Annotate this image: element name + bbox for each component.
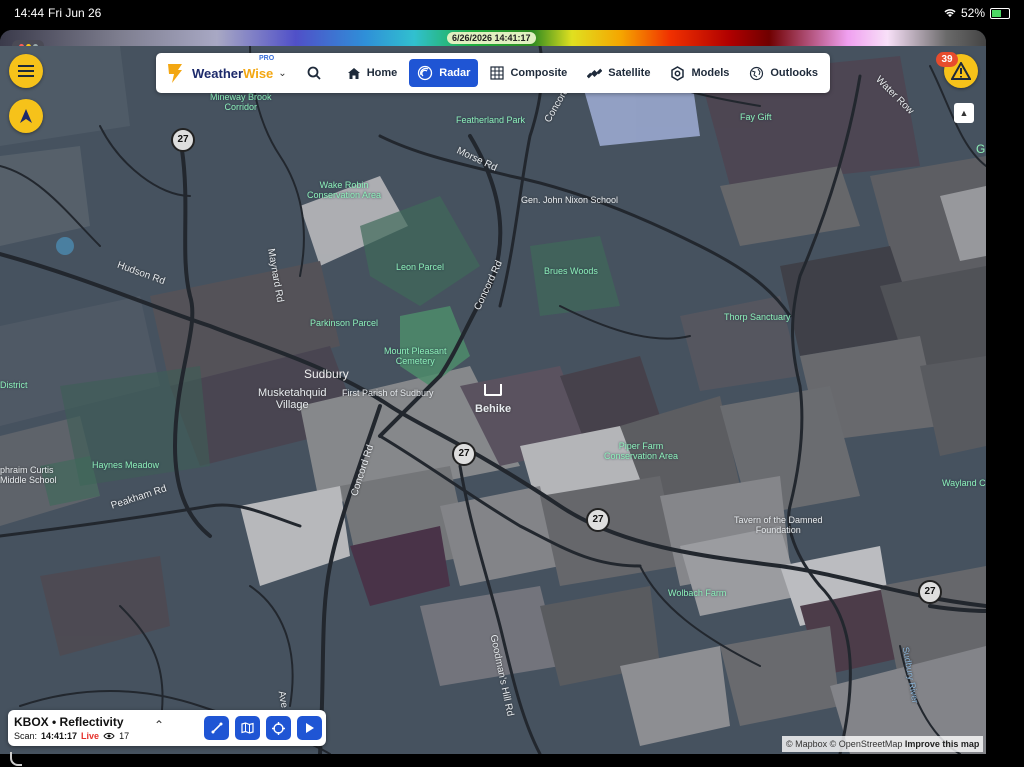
place-curtis-school: phraim Curtis Middle School	[0, 465, 57, 485]
radar-info-panel[interactable]: KBOX • Reflectivity Scan: 14:41:17 Live …	[8, 710, 326, 746]
park-wolbach: Wolbach Farm	[668, 588, 727, 598]
scan-time: 14:41:17	[41, 731, 78, 741]
top-navigation: Weather Wise PRO ⌄ Home Radar Composite S…	[156, 53, 830, 93]
scan-info: Scan: 14:41:17 Live 17	[14, 731, 129, 741]
brand-tier: PRO	[259, 55, 275, 62]
search-icon	[307, 66, 321, 80]
place-first-parish: First Parish of Sudbury	[342, 388, 434, 398]
park-wake-robin: Wake Robin Conservation Area	[307, 180, 382, 200]
radar-station-title: KBOX • Reflectivity	[14, 715, 124, 729]
status-date: Fri Jun 26	[48, 6, 102, 20]
map-icon	[241, 722, 254, 734]
attribution-osm[interactable]: © OpenStreetMap	[830, 739, 903, 749]
map-app[interactable]: 6/26/2026 14:41:17 Sudbury Musketahquid …	[0, 30, 986, 754]
tab-satellite[interactable]: Satellite	[579, 59, 658, 87]
tab-home[interactable]: Home	[339, 59, 406, 87]
park-thorp: Thorp Sanctuary	[724, 312, 791, 322]
tab-outlooks-label: Outlooks	[770, 67, 819, 79]
route-27-shield: 27	[918, 580, 942, 604]
crosshair-button[interactable]	[266, 716, 291, 740]
map-attribution: © Mapbox © OpenStreetMap Improve this ma…	[782, 736, 984, 752]
live-indicator: Live	[81, 731, 100, 741]
radar-icon	[418, 65, 433, 81]
park-fay-gift: Fay Gift	[740, 112, 772, 122]
lodging-icon	[484, 384, 502, 396]
scale-timestamp: 6/26/2026 14:41:17	[447, 32, 536, 44]
play-icon	[305, 723, 314, 733]
status-time: 14:44	[14, 6, 45, 20]
weatherwise-logo-icon	[168, 64, 182, 83]
crosshair-icon	[272, 721, 285, 735]
chevron-down-icon: ⌄	[278, 67, 287, 79]
globe-icon	[750, 66, 764, 80]
measure-button[interactable]	[204, 716, 229, 740]
search-button[interactable]	[299, 59, 329, 87]
wifi-icon	[944, 9, 956, 17]
place-musketahquid: Musketahquid Village	[258, 387, 327, 411]
brand-name-wise: Wise	[243, 65, 274, 81]
battery-icon	[990, 7, 1010, 19]
expand-chevron-icon[interactable]: ⌃	[154, 718, 164, 732]
tab-outlooks[interactable]: Outlooks	[741, 59, 826, 87]
place-behike: Behike	[475, 403, 512, 415]
tab-models[interactable]: Models	[662, 59, 737, 87]
tab-radar[interactable]: Radar	[409, 59, 479, 87]
edge-label: G	[976, 142, 986, 156]
attribution-mapbox[interactable]: © Mapbox	[786, 739, 827, 749]
tab-satellite-label: Satellite	[608, 67, 651, 79]
place-wayland: Wayland C	[942, 478, 986, 488]
battery-percent: 52%	[960, 6, 985, 20]
place-district: District	[0, 380, 28, 390]
scan-label: Scan:	[14, 731, 38, 741]
grid-icon	[490, 66, 505, 80]
tab-composite-label: Composite	[510, 67, 568, 79]
eye-icon	[103, 732, 115, 740]
navigation-arrow-icon	[20, 109, 32, 123]
town-label-sudbury: Sudbury	[304, 367, 349, 381]
park-piper: Piper Farm Conservation Area	[604, 441, 679, 461]
ruler-icon	[211, 722, 222, 734]
brand-name-weather: Weather	[192, 65, 244, 81]
improve-map-link[interactable]: Improve this map	[905, 739, 980, 749]
place-nixon-school: Gen. John Nixon School	[521, 195, 619, 205]
hexagon-icon	[671, 65, 685, 81]
park-mount-pleasant: Mount Pleasant Cemetery	[384, 346, 447, 366]
park-brues: Brues Woods	[544, 266, 598, 276]
tab-models-label: Models	[691, 67, 730, 79]
map-layers-button[interactable]	[235, 716, 260, 740]
park-featherland: Featherland Park	[456, 115, 526, 125]
tab-home-label: Home	[366, 67, 398, 79]
reflectivity-color-scale: 6/26/2026 14:41:17	[0, 30, 986, 52]
home-icon	[347, 67, 360, 79]
locate-button[interactable]	[9, 99, 43, 133]
tab-radar-label: Radar	[439, 67, 471, 79]
route-27-shield: 27	[452, 442, 476, 466]
home-indicator	[10, 752, 22, 766]
alerts-count-badge: 39	[936, 52, 958, 67]
park-leon: Leon Parcel	[396, 262, 445, 272]
menu-button[interactable]	[9, 54, 43, 88]
park-haynes: Haynes Meadow	[92, 460, 160, 470]
compass-north-button[interactable]: ▲	[954, 103, 974, 123]
route-27-shield: 27	[171, 128, 195, 152]
tab-composite[interactable]: Composite	[482, 59, 575, 87]
place-tavern: Tavern of the Damned Foundation	[734, 515, 823, 535]
satellite-icon	[587, 68, 603, 78]
hamburger-icon	[18, 65, 34, 77]
brand-switcher[interactable]: Weather Wise PRO ⌄	[156, 55, 287, 84]
route-27-shield: 27	[586, 508, 610, 532]
compass-north-icon: ▲	[959, 108, 969, 118]
park-parkinson: Parkinson Parcel	[310, 318, 379, 328]
play-button[interactable]	[297, 716, 322, 740]
viewer-count: 17	[119, 731, 130, 741]
park-mineway: Mineway Brook Corridor	[210, 92, 272, 112]
status-bar: 14:44 Fri Jun 26 52%	[0, 0, 1024, 28]
